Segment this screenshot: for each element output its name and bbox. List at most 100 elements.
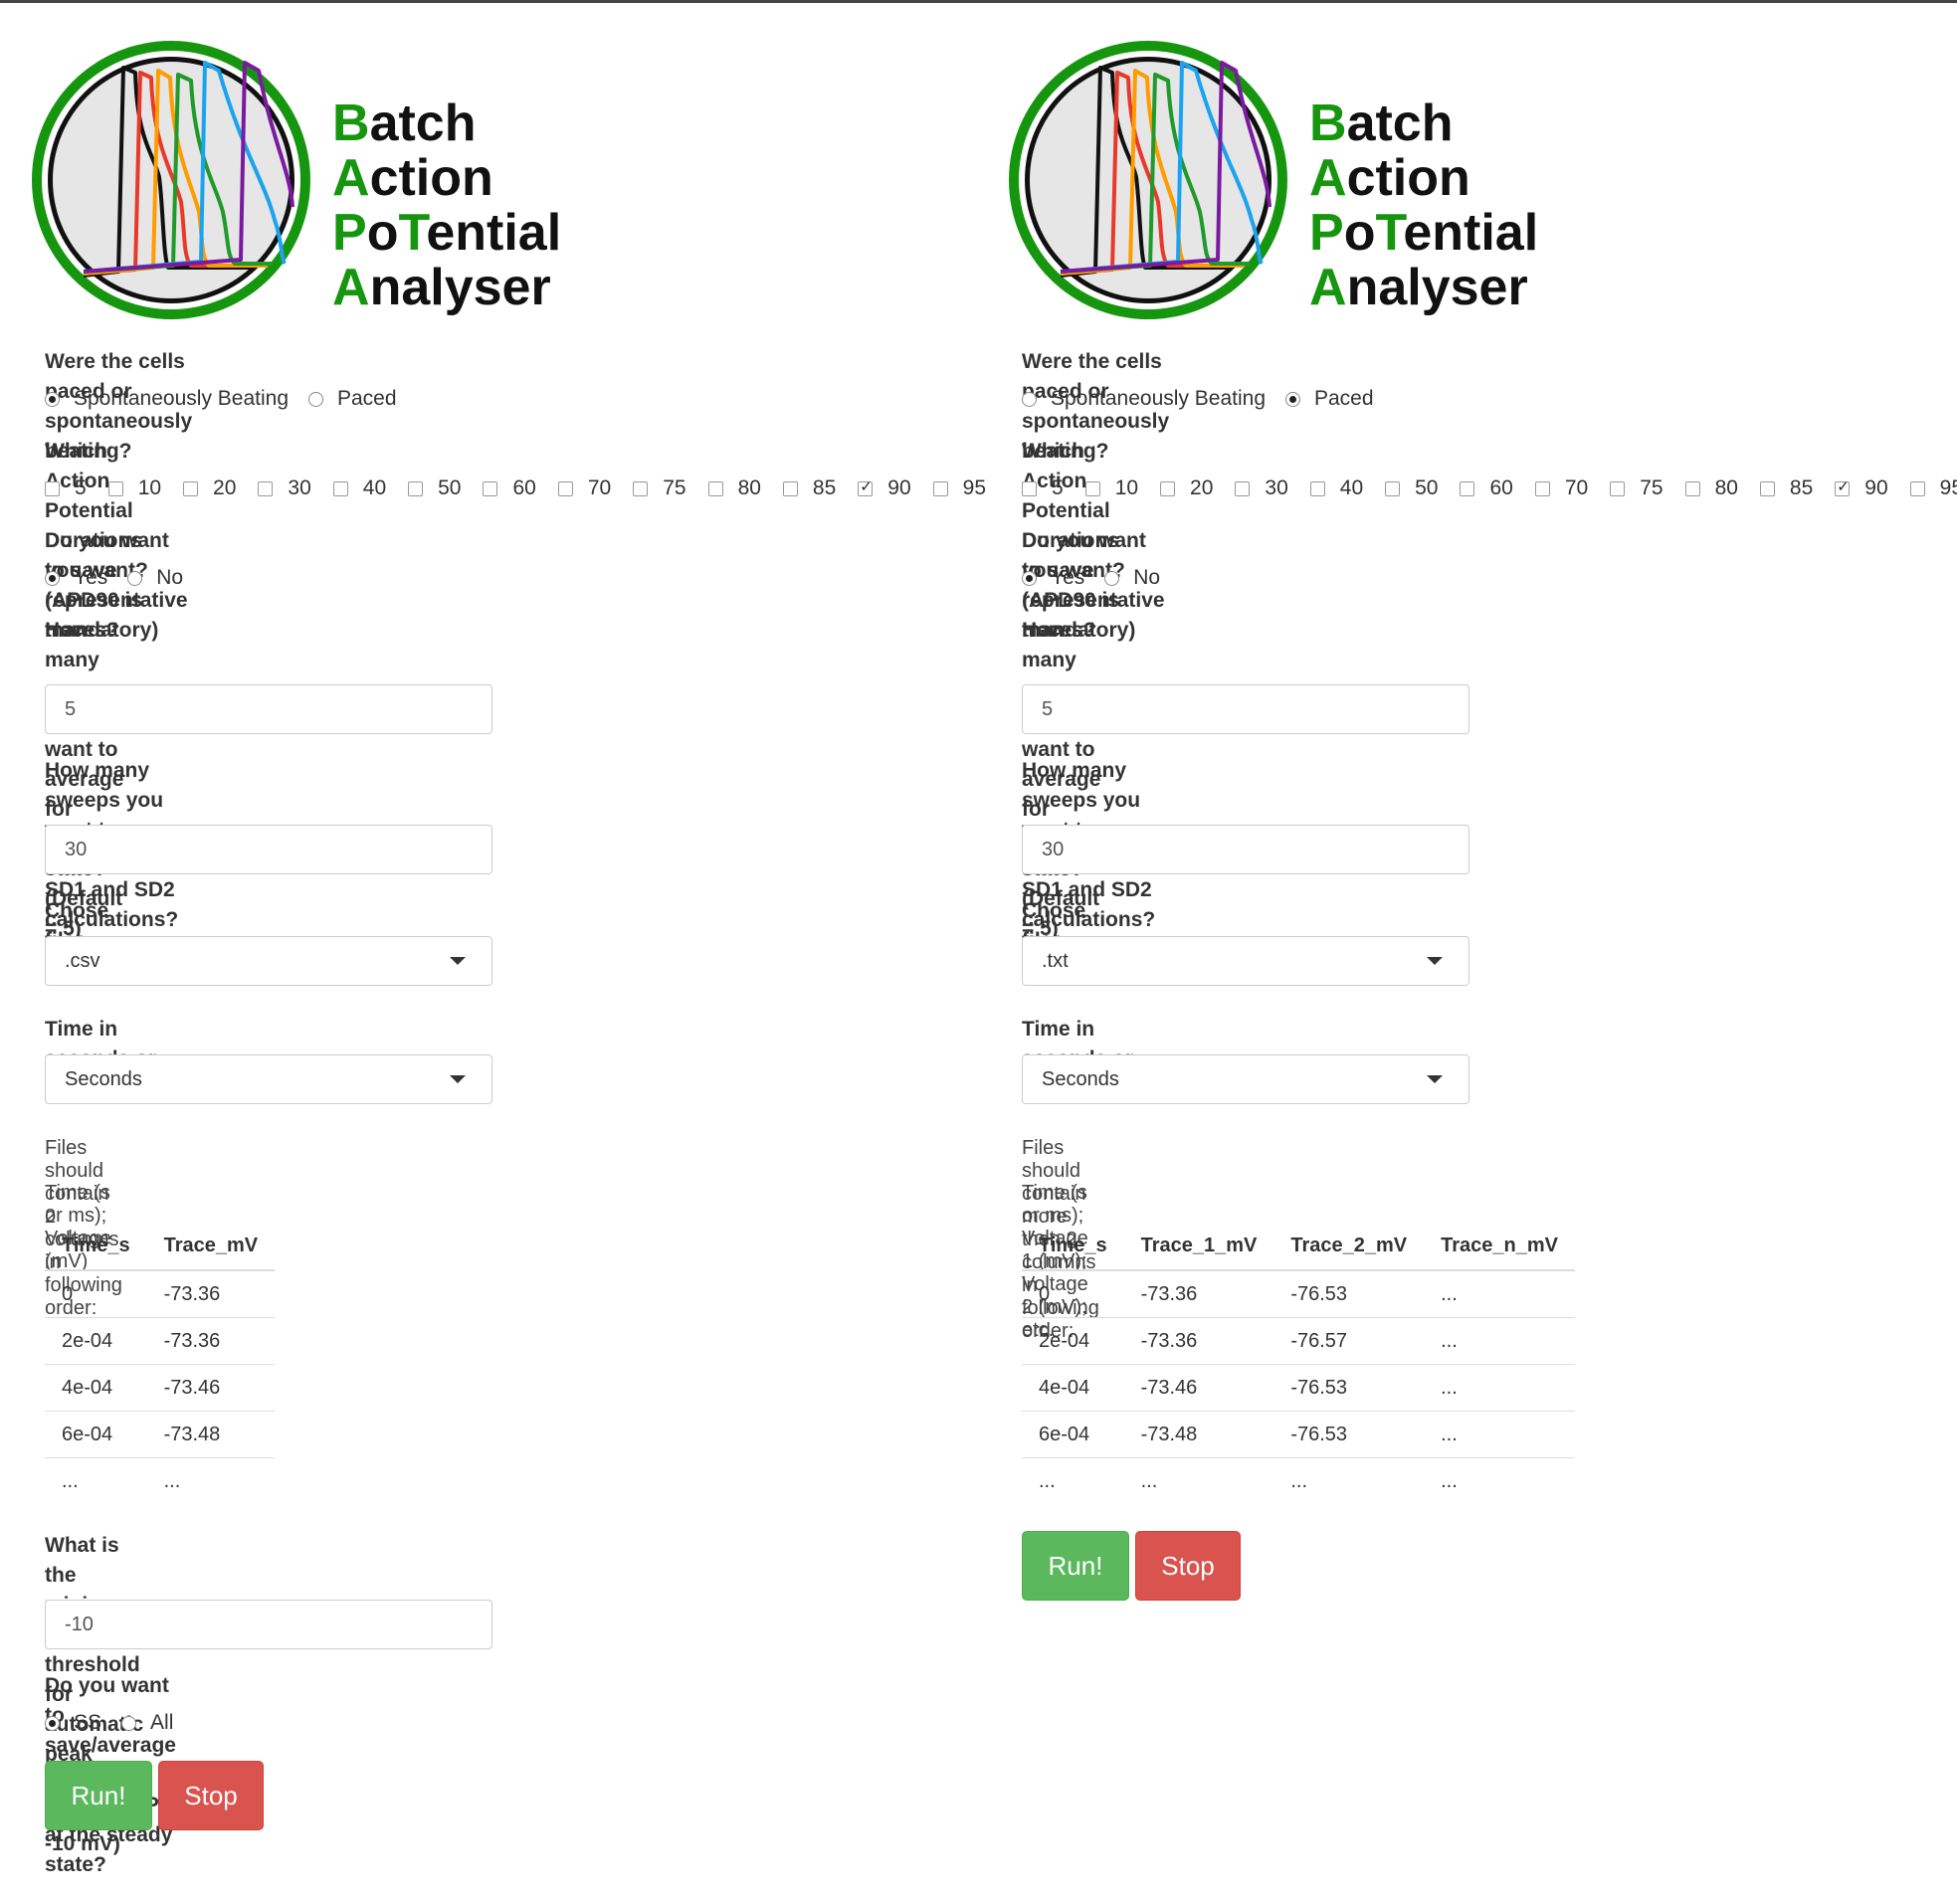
apd-checkbox-10[interactable]: 10 <box>107 476 161 500</box>
apd-checkbox-75[interactable]: 75 <box>1610 476 1663 500</box>
radio-spontaneous[interactable]: Spontaneously Beating <box>45 387 289 411</box>
apd-checkbox-40[interactable]: 40 <box>1309 476 1363 500</box>
radio-button-icon[interactable] <box>127 570 143 586</box>
checkbox-icon[interactable] <box>1022 480 1037 496</box>
stop-button[interactable]: Stop <box>158 1761 264 1830</box>
format-select[interactable]: .txt <box>1022 936 1469 986</box>
radio-all[interactable]: All <box>121 1711 173 1735</box>
table-row: 6e-04 -73.48 <box>45 1411 276 1458</box>
apd-checkbox-85[interactable]: 85 <box>782 476 836 500</box>
apd-checkbox-20[interactable]: 20 <box>1160 476 1213 500</box>
checkbox-icon[interactable] <box>332 480 348 496</box>
checkbox-icon[interactable] <box>1160 480 1176 496</box>
checkbox-icon[interactable] <box>707 480 723 496</box>
column-header: Trace_2_mV <box>1273 1223 1425 1271</box>
table-cell: ... <box>146 1457 276 1504</box>
apd-checkbox-20[interactable]: 20 <box>183 476 236 500</box>
checkbox-icon[interactable] <box>1909 480 1925 496</box>
apd-checkbox-10[interactable]: 10 <box>1084 476 1138 500</box>
table-cell: 2e-04 <box>1022 1317 1124 1365</box>
apd-checkbox-85[interactable]: 85 <box>1759 476 1813 500</box>
format-select[interactable]: .csv <box>45 936 492 986</box>
table-cell: 0 <box>1022 1269 1124 1318</box>
checkbox-icon[interactable] <box>782 480 798 496</box>
checkbox-icon[interactable] <box>483 480 498 496</box>
sweeps-sd-input[interactable]: 30 <box>45 825 492 874</box>
apd-checkbox-80[interactable]: 80 <box>1684 476 1738 500</box>
time-unit-select[interactable]: Seconds <box>45 1054 492 1104</box>
apd-checkbox-30[interactable]: 30 <box>258 476 311 500</box>
sweeps-ss-input[interactable]: 5 <box>45 684 492 734</box>
checkbox-icon[interactable] <box>858 477 874 496</box>
checkbox-icon[interactable] <box>633 480 649 496</box>
example-data-table: Time_s Trace_mV 0 -73.36 2e-04 -73.36 4e-0… <box>45 1223 276 1504</box>
radio-button-icon[interactable] <box>1104 570 1120 586</box>
apd-checkbox-70[interactable]: 70 <box>1534 476 1588 500</box>
checkbox-icon[interactable] <box>183 480 199 496</box>
checkbox-icon[interactable] <box>1309 480 1325 496</box>
checkbox-icon[interactable] <box>1385 480 1401 496</box>
apd-checkbox-75[interactable]: 75 <box>633 476 686 500</box>
apd-checkbox-90[interactable]: 90 <box>858 476 911 500</box>
apd-checkbox-95[interactable]: 95 <box>932 476 986 500</box>
time-unit-select[interactable]: Seconds <box>1022 1054 1469 1104</box>
radio-button-icon[interactable] <box>1285 391 1300 407</box>
table-cell: ... <box>1424 1411 1575 1458</box>
apd-checkbox-40[interactable]: 40 <box>332 476 386 500</box>
checkbox-icon[interactable] <box>1835 477 1851 496</box>
radio-traces-yes[interactable]: Yes <box>1022 566 1084 590</box>
checkbox-icon[interactable] <box>258 480 274 496</box>
chevron-down-icon <box>450 1075 466 1083</box>
apd-checkbox-70[interactable]: 70 <box>557 476 611 500</box>
threshold-input[interactable]: -10 <box>45 1600 492 1649</box>
table-cell: -76.57 <box>1273 1317 1425 1365</box>
run-button[interactable]: Run! <box>1022 1531 1129 1601</box>
example-data-table: Time_s Trace_1_mV Trace_2_mV Trace_n_mV … <box>1022 1223 1575 1504</box>
radio-button-icon[interactable] <box>45 391 60 407</box>
apd-checkbox-90[interactable]: 90 <box>1835 476 1888 500</box>
radio-button-icon[interactable] <box>1022 570 1037 586</box>
checkbox-icon[interactable] <box>1610 480 1626 496</box>
apd-checkbox-30[interactable]: 30 <box>1235 476 1288 500</box>
apd-checkbox-60[interactable]: 60 <box>483 476 536 500</box>
radio-traces-yes[interactable]: Yes <box>45 566 107 590</box>
apd-checkbox-50[interactable]: 50 <box>408 476 461 500</box>
run-button[interactable]: Run! <box>45 1761 152 1830</box>
table-row: 4e-04 -73.46 -76.53... <box>1022 1364 1575 1412</box>
radio-ss[interactable]: SS <box>45 1711 101 1735</box>
checkbox-icon[interactable] <box>1684 480 1700 496</box>
apd-checkbox-5[interactable]: 5 <box>45 476 87 500</box>
radio-button-icon[interactable] <box>121 1715 137 1731</box>
table-cell: -73.36 <box>146 1269 276 1318</box>
sweeps-ss-input[interactable]: 5 <box>1022 684 1469 734</box>
radio-button-icon[interactable] <box>45 570 60 586</box>
table-cell: -76.53 <box>1273 1269 1425 1318</box>
checkbox-icon[interactable] <box>1759 480 1775 496</box>
checkbox-icon[interactable] <box>1084 480 1100 496</box>
checkbox-icon[interactable] <box>1460 480 1475 496</box>
radio-button-icon[interactable] <box>1022 391 1037 407</box>
radio-button-icon[interactable] <box>45 1715 60 1731</box>
radio-spontaneous[interactable]: Spontaneously Beating <box>1022 387 1266 411</box>
radio-traces-no[interactable]: No <box>127 566 183 590</box>
radio-paced[interactable]: Paced <box>308 387 397 411</box>
checkbox-icon[interactable] <box>932 480 948 496</box>
checkbox-icon[interactable] <box>408 480 424 496</box>
checkbox-icon[interactable] <box>557 480 573 496</box>
radio-paced[interactable]: Paced <box>1285 387 1374 411</box>
apd-checkbox-60[interactable]: 60 <box>1460 476 1513 500</box>
radio-traces-no[interactable]: No <box>1104 566 1160 590</box>
save-all-radio-group: SS All <box>45 1711 193 1735</box>
checkbox-icon[interactable] <box>1235 480 1251 496</box>
checkbox-icon[interactable] <box>1534 480 1550 496</box>
sweeps-sd-input[interactable]: 30 <box>1022 825 1469 874</box>
apd-checkbox-95[interactable]: 95 <box>1909 476 1957 500</box>
apd-checkbox-5[interactable]: 5 <box>1022 476 1064 500</box>
apd-checkbox-80[interactable]: 80 <box>707 476 761 500</box>
radio-button-icon[interactable] <box>308 391 323 407</box>
stop-button[interactable]: Stop <box>1135 1531 1241 1601</box>
checkbox-icon[interactable] <box>45 480 60 496</box>
checkbox-icon[interactable] <box>107 480 123 496</box>
apd-checkbox-50[interactable]: 50 <box>1385 476 1438 500</box>
column-header: Trace_n_mV <box>1424 1223 1575 1271</box>
